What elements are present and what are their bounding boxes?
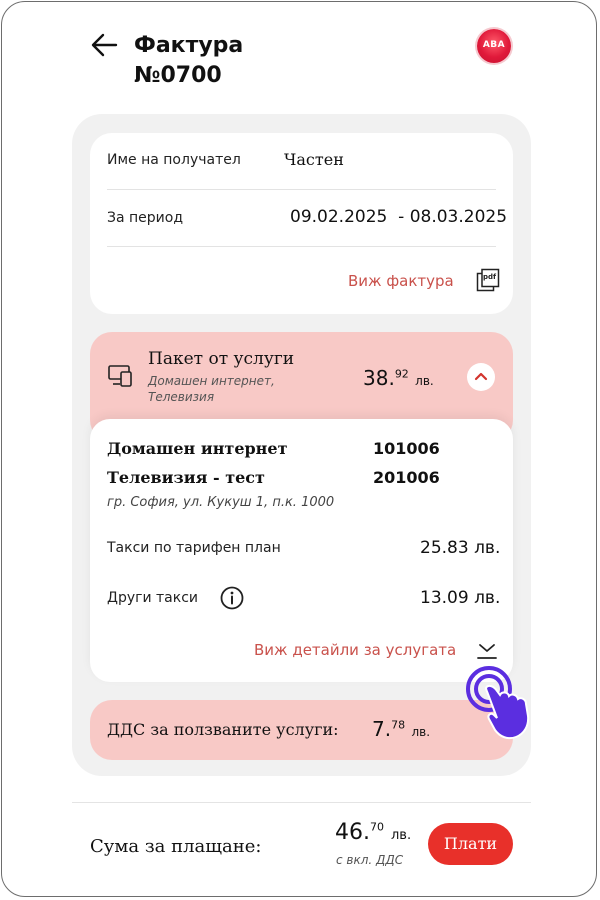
service-name: Домашен интернет — [107, 439, 288, 458]
collapse-toggle[interactable] — [467, 363, 495, 391]
vat-row: ДДС за ползваните услуги: 7.78 лв. — [90, 700, 513, 760]
page-title: Фактура №0700 — [134, 33, 244, 88]
other-fees-label: Други такси — [107, 590, 198, 606]
other-fees-value: 13.09 лв. — [420, 588, 501, 608]
service-name: Телевизия - тест — [107, 468, 265, 487]
screen-frame: Фактура №0700 ABA Име на получател Часте… — [1, 1, 597, 897]
view-invoice-link[interactable]: Виж фактура — [348, 272, 454, 290]
invoice-info-card: Име на получател Частен За период 09.02.… — [90, 133, 513, 314]
total-price: 46.70 лв. — [335, 820, 412, 845]
vat-label: ДДС за ползваните услуги: — [107, 720, 339, 739]
tap-cursor-icon — [466, 666, 530, 740]
package-title: Пакет от услуги — [148, 349, 295, 369]
vat-included-note: с вкл. ДДС — [336, 853, 404, 867]
recipient-value: Частен — [284, 150, 344, 169]
service-code: 201006 — [373, 468, 440, 487]
pdf-icon[interactable]: pdf — [476, 268, 500, 292]
download-icon[interactable] — [476, 642, 498, 662]
package-subtitle: Домашен интернет, Телевизия — [148, 374, 275, 404]
devices-icon — [108, 365, 132, 387]
service-address: гр. София, ул. Кукуш 1, п.к. 1000 — [107, 495, 335, 510]
recipient-label: Име на получател — [107, 152, 241, 168]
package-price: 38.92 лв. — [363, 366, 434, 390]
vat-price: 7.78 лв. — [372, 717, 431, 741]
divider — [72, 802, 531, 803]
total-label: Сума за плащане: — [90, 836, 262, 857]
divider — [107, 246, 496, 247]
divider — [107, 189, 496, 190]
service-code: 101006 — [373, 439, 440, 458]
service-details-link[interactable]: Виж детайли за услугата — [254, 641, 456, 659]
info-icon[interactable] — [220, 586, 244, 610]
chevron-up-icon — [474, 372, 488, 381]
tariff-label: Такси по тарифен план — [107, 540, 281, 556]
tariff-value: 25.83 лв. — [420, 538, 501, 558]
period-label: За период — [107, 210, 184, 226]
services-card: Домашен интернет 101006 Телевизия - тест… — [90, 419, 513, 682]
brand-logo-icon: ABA — [477, 29, 511, 63]
back-arrow-icon[interactable] — [88, 30, 120, 62]
pay-button[interactable]: Плати — [428, 823, 513, 865]
period-value: 09.02.2025 - 08.03.2025 — [290, 207, 508, 227]
